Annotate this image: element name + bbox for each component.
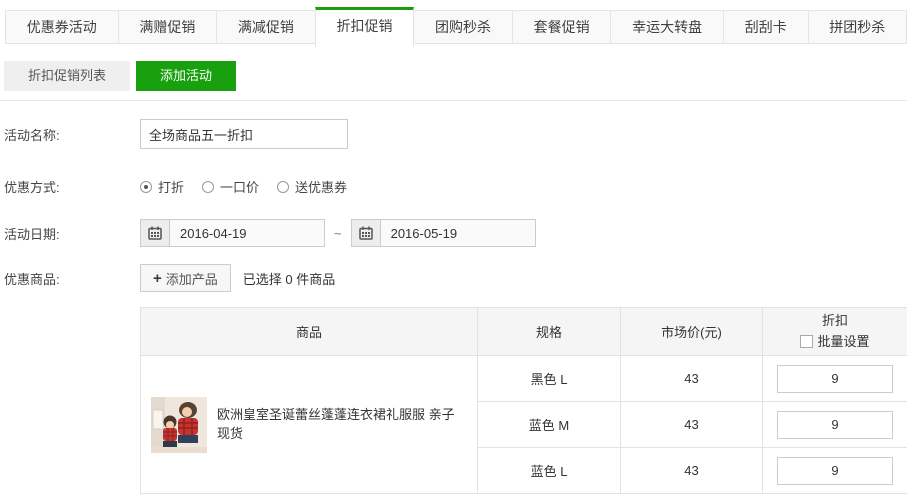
promo-tabbar: 优惠券活动 满赠促销 满减促销 折扣促销 团购秒杀 套餐促销 幸运大转盘 刮刮卡… (5, 10, 907, 44)
radio-unselected-icon[interactable] (277, 181, 289, 193)
tab-discount-promo[interactable]: 折扣促销 (315, 7, 415, 47)
header-product: 商品 (141, 308, 478, 356)
tab-group-buy-flash[interactable]: 拼团秒杀 (808, 10, 907, 44)
discount-input[interactable] (777, 411, 893, 439)
calendar-icon[interactable] (352, 220, 381, 246)
discount-cell (763, 402, 907, 448)
tab-group-flash-sale[interactable]: 团购秒杀 (413, 10, 513, 44)
tab-coupon-campaign[interactable]: 优惠券活动 (5, 10, 119, 44)
discount-cell (763, 448, 907, 494)
radio-option-label: 打折 (158, 177, 184, 196)
radio-option-label: 送优惠券 (295, 177, 347, 196)
header-discount-label: 折扣 (764, 311, 906, 332)
discount-input[interactable] (777, 365, 893, 393)
tab-full-gift-promo[interactable]: 满赠促销 (118, 10, 218, 44)
header-price: 市场价(元) (621, 308, 763, 356)
radio-option-give-coupon[interactable]: 送优惠券 (277, 177, 347, 196)
discount-promo-list-button[interactable]: 折扣促销列表 (4, 61, 130, 91)
start-date-value: 2016-04-19 (170, 226, 247, 241)
discount-cell (763, 356, 907, 402)
tab-scratch-card[interactable]: 刮刮卡 (723, 10, 809, 44)
calendar-icon[interactable] (141, 220, 170, 246)
plus-icon: + (153, 271, 162, 286)
activity-date-label: 活动日期: (4, 224, 140, 243)
radio-option-label: 一口价 (220, 177, 259, 196)
activity-name-label: 活动名称: (4, 125, 140, 144)
price-cell: 43 (621, 356, 763, 402)
spec-cell: 蓝色 L (478, 448, 621, 494)
end-date-value: 2016-05-19 (381, 226, 458, 241)
header-spec: 规格 (478, 308, 621, 356)
spec-cell: 黑色 L (478, 356, 621, 402)
header-discount: 折扣 批量设置 (763, 308, 907, 356)
date-range-separator: ~ (334, 226, 342, 241)
discount-method-label: 优惠方式: (4, 177, 140, 196)
tab-full-reduction-promo[interactable]: 满减促销 (216, 10, 316, 44)
radio-selected-icon[interactable] (140, 181, 152, 193)
section-divider (0, 100, 907, 101)
table-header-row: 商品 规格 市场价(元) 折扣 批量设置 (141, 308, 907, 356)
table-row: 欧洲皇室圣诞蕾丝蓬蓬连衣裙礼服服 亲子现货 黑色 L 43 (141, 356, 907, 402)
batch-set-checkbox[interactable] (800, 335, 813, 348)
product-discount-table: 商品 规格 市场价(元) 折扣 批量设置 (140, 307, 907, 494)
end-date-input[interactable]: 2016-05-19 (351, 219, 536, 247)
discount-input[interactable] (777, 457, 893, 485)
radio-option-fixed-price[interactable]: 一口价 (202, 177, 259, 196)
activity-name-input[interactable] (140, 119, 348, 149)
radio-unselected-icon[interactable] (202, 181, 214, 193)
selected-count-text: 已选择 0 件商品 (243, 269, 335, 288)
tab-lucky-wheel[interactable]: 幸运大转盘 (610, 10, 724, 44)
subnav: 折扣促销列表 添加活动 (4, 61, 907, 91)
radio-option-discount[interactable]: 打折 (140, 177, 184, 196)
price-cell: 43 (621, 448, 763, 494)
add-product-button-label: 添加产品 (166, 269, 218, 288)
product-image (151, 397, 207, 453)
batch-set-label: 批量设置 (817, 332, 869, 353)
spec-cell: 蓝色 M (478, 402, 621, 448)
activity-form: 活动名称: 优惠方式: 打折 一口价 送优惠券 活动日期: (4, 119, 907, 292)
tab-package-promo[interactable]: 套餐促销 (512, 10, 612, 44)
promo-products-label: 优惠商品: (4, 269, 140, 288)
add-product-button[interactable]: + 添加产品 (140, 264, 231, 292)
start-date-input[interactable]: 2016-04-19 (140, 219, 325, 247)
price-cell: 43 (621, 402, 763, 448)
add-activity-button[interactable]: 添加活动 (136, 61, 236, 91)
product-cell: 欧洲皇室圣诞蕾丝蓬蓬连衣裙礼服服 亲子现货 (141, 356, 478, 494)
product-title: 欧洲皇室圣诞蕾丝蓬蓬连衣裙礼服服 亲子现货 (217, 406, 467, 442)
